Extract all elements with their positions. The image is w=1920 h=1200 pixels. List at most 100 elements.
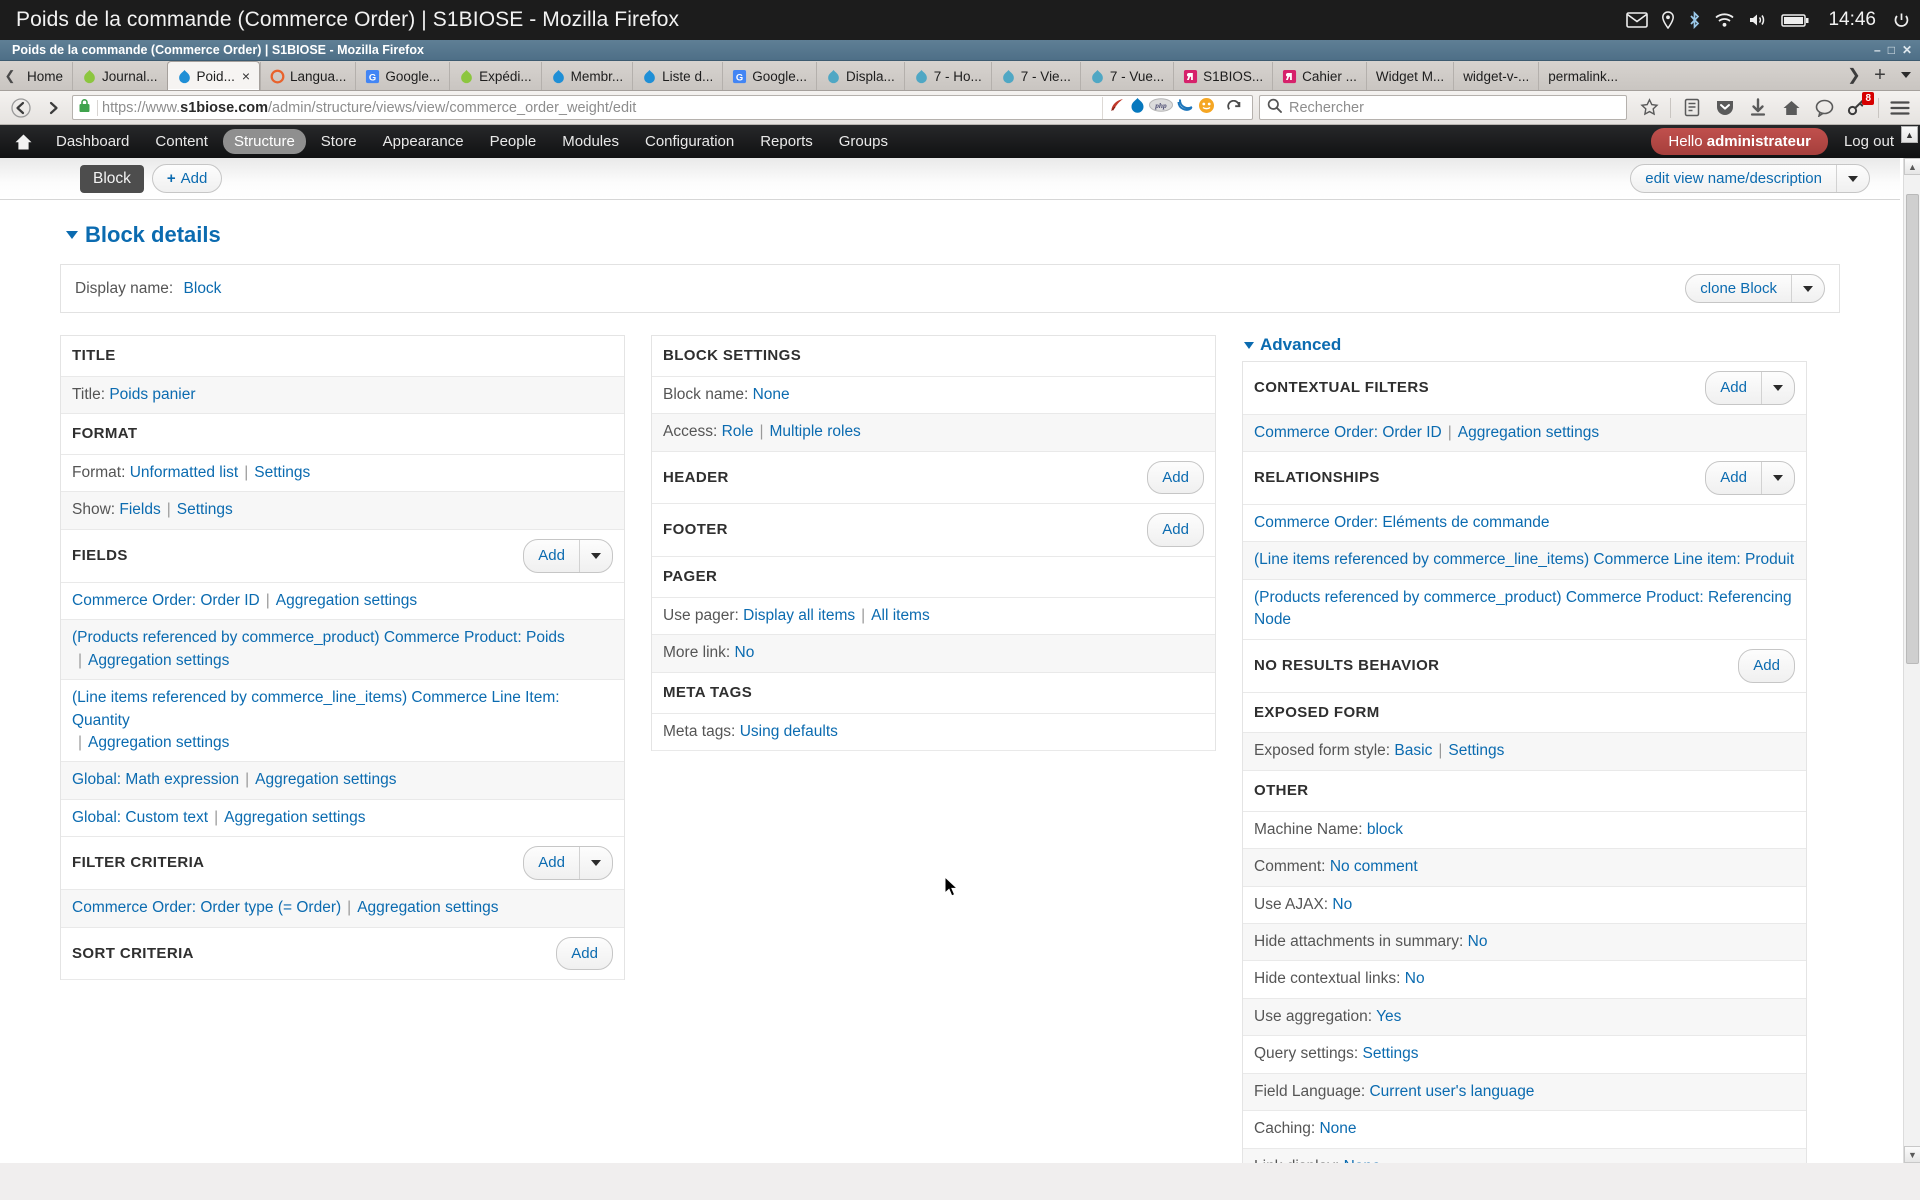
logout-link[interactable]: Log out xyxy=(1844,133,1894,150)
chat-icon[interactable] xyxy=(1812,96,1836,120)
browser-tab[interactable]: Poid... × xyxy=(166,61,261,90)
firebug-icon[interactable] xyxy=(1198,97,1215,119)
home-icon[interactable] xyxy=(1779,96,1803,120)
mail-icon[interactable] xyxy=(1626,12,1649,28)
settings-link[interactable]: None xyxy=(1319,1120,1356,1137)
browser-tab[interactable]: Widget M... xyxy=(1365,62,1453,90)
scroll-up-arrow[interactable]: ▲ xyxy=(1904,158,1920,175)
settings-link[interactable]: Basic xyxy=(1394,742,1432,759)
add-button[interactable]: Add xyxy=(523,846,613,881)
php-icon[interactable]: php xyxy=(1149,98,1173,117)
browser-tab[interactable]: Langua... xyxy=(260,62,355,90)
settings-link[interactable]: None xyxy=(753,386,790,403)
settings-link[interactable]: Aggregation settings xyxy=(224,809,365,826)
admin-menu-item-dashboard[interactable]: Dashboard xyxy=(45,129,140,154)
bluetooth-icon[interactable] xyxy=(1688,11,1701,29)
browser-tab[interactable]: widget-v-... xyxy=(1453,62,1538,90)
search-bar[interactable]: Rechercher xyxy=(1259,95,1627,120)
admin-menu-item-store[interactable]: Store xyxy=(310,129,368,154)
add-button[interactable]: Add xyxy=(1738,648,1795,683)
display-name-value[interactable]: Block xyxy=(184,280,222,297)
settings-link[interactable]: Settings xyxy=(1363,1045,1419,1062)
search-input[interactable]: Rechercher xyxy=(1289,100,1364,116)
settings-link[interactable]: Fields xyxy=(119,501,160,518)
settings-link[interactable]: No xyxy=(735,644,755,661)
admin-menu-item-structure[interactable]: Structure xyxy=(222,129,306,154)
settings-link[interactable]: Unformatted list xyxy=(130,464,239,481)
browser-tab[interactable]: permalink... xyxy=(1538,62,1627,90)
chevron-down-icon[interactable] xyxy=(1791,275,1824,302)
power-icon[interactable] xyxy=(1893,12,1910,29)
reader-list-icon[interactable] xyxy=(1680,96,1704,120)
settings-link[interactable]: Aggregation settings xyxy=(1458,424,1599,441)
chevron-down-icon[interactable] xyxy=(579,539,612,572)
admin-menu-item-content[interactable]: Content xyxy=(144,129,219,154)
scroll-up-icon[interactable]: ▲ xyxy=(1901,126,1918,143)
settings-link[interactable]: Current user's language xyxy=(1369,1083,1534,1100)
jquery-icon[interactable] xyxy=(1177,97,1194,119)
home-icon[interactable] xyxy=(14,133,33,151)
admin-menu-item-groups[interactable]: Groups xyxy=(828,129,899,154)
add-button[interactable]: Add xyxy=(1147,460,1204,495)
block-details-heading[interactable]: Block details xyxy=(66,222,1840,248)
settings-link[interactable]: Aggregation settings xyxy=(88,652,229,669)
settings-link[interactable]: Display all items xyxy=(743,607,855,624)
display-tab-block[interactable]: Block xyxy=(80,164,144,193)
settings-link[interactable]: None xyxy=(1344,1158,1381,1163)
minimize-button[interactable]: – xyxy=(1874,44,1881,56)
add-button[interactable]: Add xyxy=(1147,513,1204,548)
settings-link[interactable]: Commerce Order: Eléments de commande xyxy=(1254,514,1549,531)
settings-link[interactable]: Aggregation settings xyxy=(255,771,396,788)
clone-block-button[interactable]: clone Block xyxy=(1685,274,1825,303)
settings-link[interactable]: No xyxy=(1332,896,1352,913)
new-tab-icon[interactable]: + xyxy=(1868,63,1892,87)
chevron-down-icon[interactable] xyxy=(1761,462,1794,494)
settings-link[interactable]: Aggregation settings xyxy=(88,734,229,751)
admin-menu-item-reports[interactable]: Reports xyxy=(749,129,824,154)
settings-link[interactable]: Role xyxy=(722,423,754,440)
key-icon[interactable]: 8 xyxy=(1845,91,1874,120)
forward-button[interactable] xyxy=(40,95,66,121)
downloads-icon[interactable] xyxy=(1746,96,1770,120)
browser-tab[interactable]: 7 - Vue... xyxy=(1079,62,1173,90)
scroll-down-arrow[interactable]: ▼ xyxy=(1904,1146,1920,1163)
user-greeting[interactable]: Hello administrateur xyxy=(1651,128,1828,155)
browser-tab[interactable]: Displa... xyxy=(816,62,904,90)
browser-tab[interactable]: Expédi... xyxy=(449,62,541,90)
settings-link[interactable]: (Line items referenced by commerce_line_… xyxy=(1254,551,1794,568)
browser-tab[interactable]: Cahier ... xyxy=(1272,62,1366,90)
battery-icon[interactable] xyxy=(1781,13,1809,28)
settings-link[interactable]: Using defaults xyxy=(740,723,838,740)
settings-link[interactable]: All items xyxy=(871,607,930,624)
browser-tab[interactable]: Home xyxy=(18,62,72,90)
list-all-tabs-icon[interactable] xyxy=(1894,63,1918,87)
settings-link[interactable]: Commerce Order: Order ID xyxy=(72,592,260,609)
settings-link[interactable]: (Products referenced by commerce_product… xyxy=(1254,589,1792,628)
close-button[interactable]: ✕ xyxy=(1902,44,1912,56)
settings-link[interactable]: Yes xyxy=(1376,1008,1401,1025)
add-button[interactable]: Add xyxy=(1705,371,1795,405)
settings-link[interactable]: Settings xyxy=(177,501,233,518)
admin-menu-item-modules[interactable]: Modules xyxy=(551,129,630,154)
pocket-icon[interactable] xyxy=(1713,96,1737,120)
admin-menu-item-appearance[interactable]: Appearance xyxy=(372,129,475,154)
add-button[interactable]: Add xyxy=(556,936,613,971)
chevron-down-icon[interactable] xyxy=(1761,372,1794,404)
page-scrollbar[interactable]: ▲ ▼ xyxy=(1903,158,1920,1163)
settings-link[interactable]: No xyxy=(1468,933,1488,950)
settings-link[interactable]: Poids panier xyxy=(109,386,195,403)
browser-tab[interactable]: Journal... xyxy=(72,62,167,90)
scroll-left-icon[interactable]: ❮ xyxy=(2,62,18,90)
close-tab-icon[interactable]: × xyxy=(242,68,250,84)
browser-tab[interactable]: Liste d... xyxy=(632,62,722,90)
drupal-icon[interactable] xyxy=(1130,97,1145,119)
settings-link[interactable]: Aggregation settings xyxy=(357,899,498,916)
edit-view-name-button[interactable]: edit view name/description xyxy=(1630,164,1870,193)
advanced-heading[interactable]: Advanced xyxy=(1244,335,1807,355)
settings-link[interactable]: (Line items referenced by commerce_line_… xyxy=(72,689,560,728)
maximize-button[interactable]: □ xyxy=(1888,44,1895,56)
settings-link[interactable]: Multiple roles xyxy=(770,423,861,440)
menu-icon[interactable] xyxy=(1888,96,1912,120)
browser-tab[interactable]: 7 - Ho... xyxy=(903,62,991,90)
settings-link[interactable]: Aggregation settings xyxy=(276,592,417,609)
